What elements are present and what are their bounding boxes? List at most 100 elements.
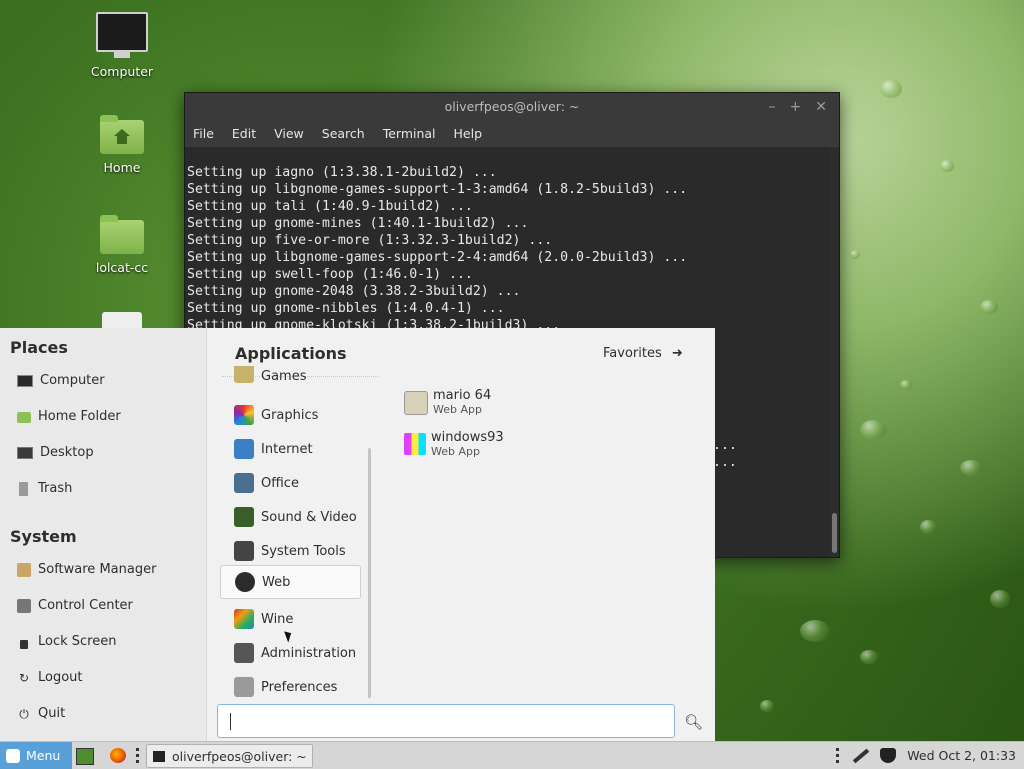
desktop-icon-partial[interactable] — [86, 312, 158, 328]
system-item-software-manager[interactable]: Software Manager — [17, 559, 156, 581]
terminal-line: Setting up gnome-mines (1:40.1-1build2) … — [187, 216, 529, 231]
terminal-icon — [153, 750, 165, 762]
logout-icon: ↻ — [18, 671, 30, 685]
category-label: Preferences — [261, 679, 338, 695]
desktop-icon-home[interactable]: Home — [86, 115, 158, 175]
search-input[interactable] — [217, 704, 675, 738]
app-name: mario 64 — [433, 388, 492, 403]
firefox-icon[interactable] — [110, 748, 126, 763]
category-scrollbar[interactable] — [368, 448, 371, 698]
app-subtitle: Web App — [433, 403, 482, 416]
menu-view[interactable]: View — [274, 126, 304, 141]
window-title: oliverfpeos@oliver: ~ — [444, 99, 580, 114]
favorites-button[interactable]: Favorites ➜ — [603, 346, 683, 361]
category-web[interactable]: Web — [220, 565, 361, 599]
menu-edit[interactable]: Edit — [232, 126, 256, 141]
water-drop — [800, 620, 830, 642]
menu-terminal[interactable]: Terminal — [383, 126, 436, 141]
category-label: System Tools — [261, 543, 346, 559]
system-item-lock-screen[interactable]: Lock Screen — [17, 631, 116, 653]
category-graphics[interactable]: Graphics — [220, 399, 359, 431]
app-windows93[interactable]: windows93 Web App — [404, 430, 504, 459]
terminal-line-partial: ... — [713, 438, 737, 453]
computer-icon — [96, 12, 148, 58]
category-system-tools[interactable]: System Tools — [220, 535, 359, 567]
search-icon[interactable]: 🔍︎ — [684, 713, 703, 731]
system-item-label: Logout — [38, 670, 83, 685]
desktop-icon-label: lolcat-cc — [95, 260, 149, 275]
system-item-label: Lock Screen — [38, 634, 117, 649]
minimize-icon[interactable]: – — [769, 99, 776, 115]
app-mario-64[interactable]: mario 64 Web App — [404, 388, 491, 417]
maximize-icon[interactable]: + — [790, 99, 802, 115]
shield-icon[interactable] — [880, 748, 896, 763]
terminal-titlebar[interactable]: oliverfpeos@oliver: ~ – + ✕ — [185, 93, 839, 121]
water-drop — [980, 300, 998, 314]
menu-help[interactable]: Help — [454, 126, 483, 141]
system-item-label: Control Center — [38, 598, 133, 613]
places-item-home-folder[interactable]: Home Folder — [17, 406, 121, 428]
mario64-icon — [404, 391, 428, 415]
control-center-icon — [17, 599, 31, 613]
system-item-logout[interactable]: ↻ Logout — [17, 667, 83, 689]
games-icon — [234, 366, 254, 383]
home-folder-icon — [17, 411, 31, 423]
category-internet[interactable]: Internet — [220, 433, 359, 465]
terminal-line: Setting up iagno (1:3.38.1-2build2) ... — [187, 165, 497, 180]
category-label: Administration — [261, 645, 357, 661]
category-label: Wine — [261, 611, 294, 627]
category-label: Web — [262, 574, 291, 590]
places-item-computer[interactable]: Computer — [17, 370, 105, 392]
category-label: Office — [261, 475, 299, 491]
menu-search[interactable]: Search — [322, 126, 365, 141]
terminal-line: Setting up five-or-more (1:3.32.3-1build… — [187, 233, 553, 248]
file-icon — [102, 312, 142, 328]
places-item-trash[interactable]: Trash — [17, 478, 72, 500]
software-manager-icon — [17, 563, 31, 577]
applications-title: Applications — [235, 344, 347, 363]
desktop-icon-lolcat-cc[interactable]: lolcat-cc — [86, 215, 158, 275]
water-drop — [880, 80, 902, 98]
web-icon — [235, 572, 255, 592]
taskbar-item-label: oliverfpeos@oliver: ~ — [172, 748, 307, 764]
menu-button[interactable]: Menu — [0, 742, 72, 769]
bottom-panel: Menu oliverfpeos@oliver: ~ Wed Oct 2, 01… — [0, 741, 1024, 769]
taskbar-item-terminal[interactable]: oliverfpeos@oliver: ~ — [146, 744, 313, 768]
terminal-line: Setting up tali (1:40.9-1build2) ... — [187, 199, 473, 214]
panel-separator-icon — [836, 748, 842, 763]
category-sound-video[interactable]: Sound & Video — [220, 501, 359, 533]
water-drop — [940, 160, 954, 172]
system-item-control-center[interactable]: Control Center — [17, 595, 133, 617]
terminal-line: Setting up gnome-nibbles (1:4.0.4-1) ... — [187, 301, 505, 316]
pen-icon[interactable] — [852, 748, 870, 764]
computer-icon — [17, 375, 33, 387]
category-preferences[interactable]: Preferences — [220, 671, 359, 703]
desktop-icon-label: Computer — [90, 64, 154, 79]
system-item-label: Software Manager — [38, 562, 157, 577]
show-desktop-icon[interactable] — [76, 748, 94, 765]
menu-file[interactable]: File — [193, 126, 214, 141]
water-drop — [920, 520, 936, 534]
category-games[interactable]: Games — [220, 366, 359, 386]
terminal-scrollbar[interactable] — [832, 513, 837, 553]
water-drop — [990, 590, 1010, 608]
terminal-menubar: File Edit View Search Terminal Help — [185, 121, 839, 147]
wine-icon — [234, 609, 254, 629]
desktop-icon-computer[interactable]: Computer — [86, 12, 158, 79]
clock[interactable]: Wed Oct 2, 01:33 — [907, 742, 1016, 769]
mint-logo-icon — [6, 748, 20, 763]
favorites-label: Favorites — [603, 346, 662, 361]
category-office[interactable]: Office — [220, 467, 359, 499]
arrow-right-icon: ➜ — [671, 346, 683, 361]
system-tools-icon — [234, 541, 254, 561]
terminal-line: Setting up swell-foop (1:46.0-1) ... — [187, 267, 473, 282]
terminal-line-partial: ... — [713, 455, 737, 470]
places-sidebar: Places Computer Home Folder Desktop Tras… — [0, 328, 207, 741]
menu-button-label: Menu — [26, 748, 61, 763]
desktop-icon-label: Home — [103, 160, 141, 175]
close-icon[interactable]: ✕ — [815, 99, 827, 115]
places-item-desktop[interactable]: Desktop — [17, 442, 94, 464]
panel-separator-icon — [136, 748, 142, 763]
home-folder-icon — [100, 115, 144, 154]
system-item-quit[interactable]: ⏻ Quit — [17, 703, 65, 725]
